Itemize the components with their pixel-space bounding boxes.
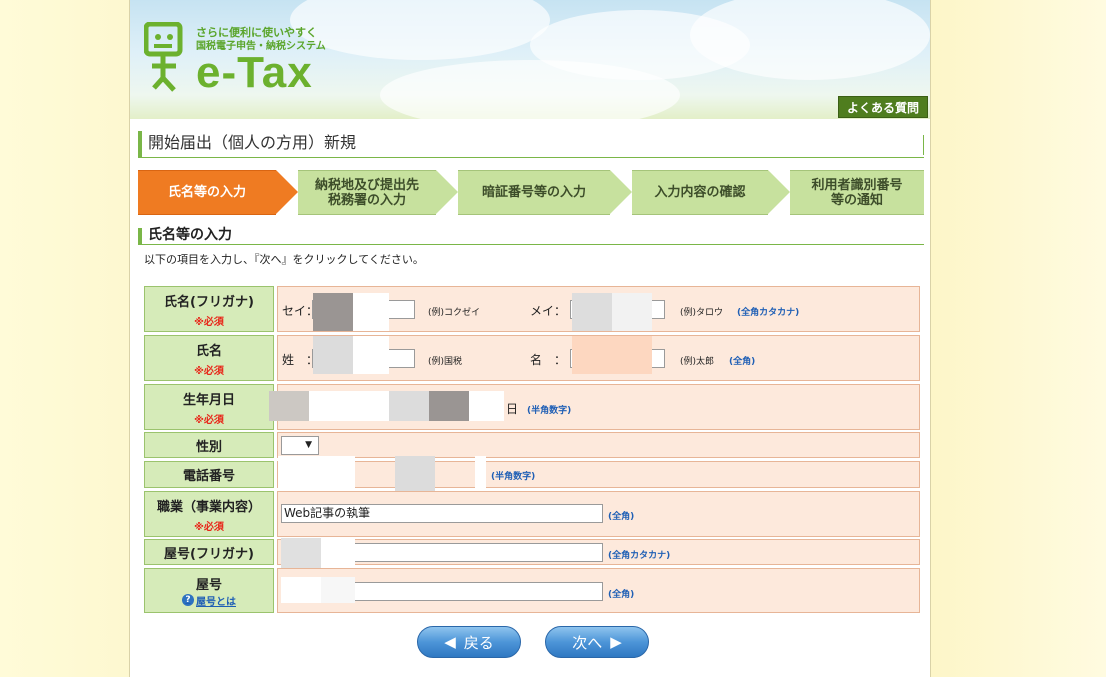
- right-background: [931, 0, 1106, 677]
- row-birthdate: 生年月日 ※必須 日 (半角数字): [144, 384, 920, 430]
- required-mark: ※必須: [194, 521, 224, 533]
- step-arrow: [610, 170, 632, 214]
- back-button[interactable]: ◀ 戻る: [417, 626, 521, 658]
- step-5: 利用者識別番号 等の通知: [790, 170, 924, 215]
- next-button[interactable]: 次へ ▶: [545, 626, 649, 658]
- shop-furigana-note: (全角カタカナ): [608, 551, 671, 561]
- phone-note: (半角数字): [491, 472, 536, 482]
- faq-button[interactable]: よくある質問: [838, 96, 928, 118]
- shop-help-link[interactable]: ? 屋号とは: [182, 593, 236, 608]
- step-arrow: [768, 170, 790, 214]
- required-mark: ※必須: [194, 316, 224, 328]
- step-arrow: [436, 170, 458, 214]
- cloud-decoration: [290, 0, 550, 60]
- arrow-right-icon: ▶: [610, 633, 622, 651]
- redacted-block: [469, 391, 504, 421]
- name-note: (全角): [729, 357, 756, 367]
- step-3: 暗証番号等の入力: [458, 170, 610, 215]
- label-name: 氏名 ※必須: [144, 335, 274, 381]
- left-background: [0, 0, 129, 677]
- redacted-block: [269, 391, 309, 421]
- value-shop-furigana: (全角カタカナ): [277, 538, 920, 578]
- etax-logo: e-Tax: [196, 48, 313, 97]
- label-birthdate: 生年月日 ※必須: [144, 384, 274, 430]
- redacted-block: [281, 577, 321, 603]
- value-phone: (半角数字): [277, 456, 920, 492]
- redacted-block: [395, 456, 435, 492]
- redacted-block: [429, 391, 469, 421]
- value-occupation: Web記事の執筆 (全角): [277, 491, 920, 537]
- step-arrow: [276, 170, 298, 214]
- row-shop: 屋号 ? 屋号とは (全角): [144, 568, 920, 613]
- redacted-block: [475, 456, 486, 492]
- label-shop: 屋号 ? 屋号とは: [144, 568, 274, 613]
- step-2: 納税地及び提出先 税務署の入力: [298, 170, 436, 215]
- redacted-block: [389, 391, 429, 421]
- occupation-note: (全角): [608, 512, 635, 522]
- birth-note: (半角数字): [527, 406, 572, 416]
- row-occupation: 職業（事業内容） ※必須 Web記事の執筆 (全角): [144, 491, 920, 537]
- redacted-block: [313, 336, 353, 374]
- step-1: 氏名等の入力: [138, 170, 276, 215]
- step-4: 入力内容の確認: [632, 170, 768, 215]
- sei-hint: (例)国税: [428, 357, 463, 367]
- cloud-decoration: [690, 0, 930, 80]
- row-gender: 性別 ▼: [144, 432, 920, 458]
- value-shop: (全角): [277, 568, 920, 613]
- label-shop-furigana: 屋号(フリガナ): [144, 539, 274, 565]
- gender-select[interactable]: ▼: [281, 436, 319, 455]
- value-furigana: セイ： (例)コクゼイ メイ： (例)タロウ (全角カタカナ): [277, 286, 920, 332]
- label-gender: 性別: [144, 432, 274, 458]
- redacted-block: [612, 293, 652, 331]
- redacted-block: [572, 336, 652, 374]
- occupation-input[interactable]: Web記事の執筆: [281, 504, 603, 523]
- arrow-left-icon: ◀: [444, 633, 456, 651]
- label-furigana: 氏名(フリガナ) ※必須: [144, 286, 274, 332]
- row-phone: 電話番号 (半角数字): [144, 456, 920, 492]
- mei-kana-label: メイ：: [530, 304, 567, 318]
- row-shop-furigana: 屋号(フリガナ) (全角カタカナ): [144, 538, 920, 578]
- value-birthdate: 日 (半角数字): [269, 384, 920, 430]
- instruction-text: 以下の項目を入力し、『次へ』をクリックしてください。: [144, 253, 424, 266]
- value-name: 姓 ： (例)国税 名 ： (例)太郎 (全角): [277, 335, 920, 381]
- redacted-block: [321, 577, 355, 603]
- help-icon: ?: [182, 594, 194, 606]
- day-label: 日: [506, 402, 519, 416]
- furigana-note: (全角カタカナ): [737, 308, 800, 318]
- mei-kana-hint: (例)タロウ: [680, 308, 724, 318]
- required-mark: ※必須: [194, 414, 224, 426]
- etax-mascot-icon: [144, 22, 183, 92]
- mei-label: 名 ：: [530, 353, 567, 367]
- redacted-block: [309, 391, 389, 421]
- redacted-block: [313, 293, 353, 331]
- row-name: 氏名 ※必須 姓 ： (例)国税 名 ： (例)太郎 (全角): [144, 335, 920, 381]
- redacted-block: [353, 336, 389, 374]
- shop-note: (全角): [608, 590, 635, 600]
- header-banner: さらに便利に使いやすく 国税電子申告・納税システム e-Tax よくある質問: [130, 0, 930, 119]
- redacted-block: [353, 293, 389, 331]
- label-phone: 電話番号: [144, 461, 274, 488]
- page-container: さらに便利に使いやすく 国税電子申告・納税システム e-Tax よくある質問 開…: [129, 0, 931, 677]
- row-furigana: 氏名(フリガナ) ※必須 セイ： (例)コクゼイ メイ： (例)タロウ (全角カ…: [144, 286, 920, 332]
- progress-steps: 氏名等の入力 納税地及び提出先 税務署の入力 暗証番号等の入力 入力内容の確認 …: [138, 170, 924, 215]
- sei-kana-hint: (例)コクゼイ: [428, 308, 481, 318]
- mei-hint: (例)太郎: [680, 357, 715, 367]
- page-title-text: 開始届出（個人の方用）新規: [148, 133, 357, 152]
- redacted-block: [572, 293, 612, 331]
- label-occupation: 職業（事業内容） ※必須: [144, 491, 274, 537]
- section-heading: 氏名等の入力: [138, 228, 924, 245]
- redacted-block: [278, 456, 355, 492]
- value-gender: ▼: [277, 432, 920, 458]
- page-title: 開始届出（個人の方用）新規: [138, 131, 924, 158]
- required-mark: ※必須: [194, 365, 224, 377]
